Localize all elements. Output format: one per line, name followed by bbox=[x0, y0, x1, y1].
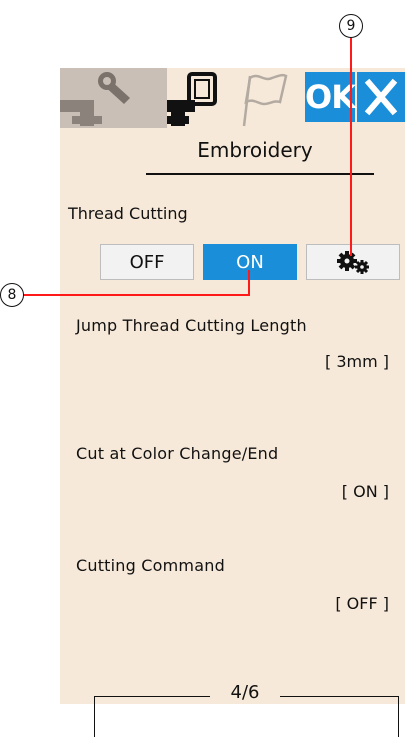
title-underline bbox=[146, 173, 374, 175]
gears-icon bbox=[337, 251, 369, 274]
jump-thread-cutting-length-value[interactable]: [ 3mm ] bbox=[325, 352, 389, 371]
cutting-command-label: Cutting Command bbox=[76, 556, 225, 575]
callout-8-line-horizontal bbox=[20, 294, 250, 296]
page-title: Embroidery bbox=[197, 138, 313, 162]
callout-9-line bbox=[350, 38, 352, 256]
callout-8-label: 8 bbox=[0, 283, 24, 307]
mode-tab-bar: OK bbox=[60, 68, 405, 128]
callout-9-label: 9 bbox=[339, 14, 363, 38]
cut-at-color-change-value[interactable]: [ ON ] bbox=[342, 482, 389, 501]
thread-cutting-off-button[interactable]: OFF bbox=[100, 244, 194, 280]
thread-cutting-settings-button[interactable] bbox=[306, 244, 400, 280]
page-indicator: 4/6 bbox=[210, 682, 280, 703]
tab-language[interactable] bbox=[230, 68, 291, 128]
jump-thread-cutting-length-label: Jump Thread Cutting Length bbox=[76, 316, 307, 335]
ok-button[interactable]: OK bbox=[305, 72, 356, 122]
cutting-command-value[interactable]: [ OFF ] bbox=[335, 594, 389, 613]
wrench-machine-icon bbox=[60, 72, 130, 126]
callout-8-line-vertical bbox=[248, 270, 250, 296]
tab-embroidery[interactable] bbox=[167, 68, 230, 128]
close-button[interactable] bbox=[357, 72, 405, 122]
embroidery-machine-icon bbox=[167, 72, 217, 126]
settings-screen: OK Embroidery Thread Cutting OFF ON Jump… bbox=[60, 68, 405, 737]
thread-cutting-on-button[interactable]: ON bbox=[203, 244, 297, 280]
close-icon bbox=[364, 78, 398, 116]
cut-at-color-change-label: Cut at Color Change/End bbox=[76, 444, 279, 463]
flag-icon bbox=[242, 73, 288, 127]
tab-utility[interactable] bbox=[60, 68, 167, 128]
thread-cutting-label: Thread Cutting bbox=[68, 204, 188, 223]
